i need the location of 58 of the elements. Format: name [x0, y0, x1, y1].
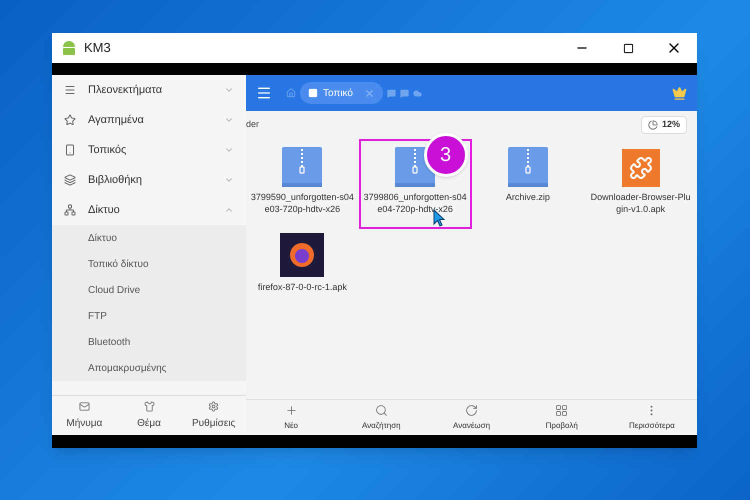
- window-title: KM3: [84, 39, 111, 58]
- sidebar-subitem[interactable]: FTP: [52, 303, 246, 329]
- sidebar-icon: [64, 84, 76, 96]
- sidebar-subitem[interactable]: Bluetooth: [52, 329, 246, 355]
- file-item[interactable]: firefox-87-0-0-rc-1.apk: [246, 229, 359, 319]
- zip-file-icon: [508, 147, 548, 187]
- sidebar-item[interactable]: Τοπικός: [52, 135, 246, 165]
- message-icon: [400, 88, 409, 98]
- action-button[interactable]: Προβολή: [516, 400, 607, 435]
- shirt-icon: [144, 400, 154, 412]
- sidebar-item[interactable]: Δίκτυο: [52, 195, 246, 225]
- sidebar-item[interactable]: Βιβλιοθήκη: [52, 165, 246, 195]
- sidebar-subitem[interactable]: Απομακρυσμένης: [52, 355, 246, 381]
- grid-icon: [555, 404, 568, 416]
- action-button[interactable]: Νέο: [246, 400, 336, 435]
- menu-icon[interactable]: [256, 85, 272, 101]
- browser-app-icon: [280, 233, 324, 277]
- plugin-app-icon: [622, 149, 660, 187]
- bottom-nav-button[interactable]: Μήνυμα: [52, 396, 117, 435]
- sidebar-icon: [64, 204, 76, 216]
- sidebar-subitem[interactable]: Δίκτυο: [52, 225, 246, 251]
- sidebar-subitem[interactable]: Cloud Drive: [52, 277, 246, 303]
- sidebar-item[interactable]: Πλεονεκτήματα: [52, 75, 246, 105]
- sidebar-icon: [64, 174, 76, 186]
- sidebar-icon: [64, 144, 76, 156]
- sidebar-item[interactable]: Αγαπημένα: [52, 105, 246, 135]
- home-icon[interactable]: [286, 88, 296, 98]
- file-name: 3799806_unforgotten-s04e04-720p-hdtv-x26: [362, 191, 468, 215]
- pie-chart-icon: [648, 120, 658, 130]
- storage-badge: 12%: [640, 116, 687, 134]
- message-icon: [387, 88, 396, 98]
- file-item[interactable]: 3799590_unforgotten-s04e03-720p-hdtv-x26: [246, 139, 359, 229]
- mail-icon: [78, 400, 90, 412]
- file-name: Archive.zip: [504, 191, 551, 203]
- sidebar-icon: [64, 114, 76, 126]
- bottom-nav-button[interactable]: Θέμα: [116, 396, 182, 435]
- file-item[interactable]: Archive.zip: [472, 139, 584, 229]
- action-button[interactable]: Ανανέωση: [426, 400, 517, 435]
- zip-file-icon: [282, 147, 322, 187]
- maximize-icon: [622, 42, 634, 54]
- path-text: der: [246, 118, 260, 132]
- file-item[interactable]: Downloader-Browser-Plugin-v1.0.apk: [584, 139, 697, 229]
- settings-icon: [208, 400, 220, 412]
- search-icon: [374, 404, 388, 416]
- sidebar-subitem[interactable]: Τοπικό δίκτυο: [52, 251, 246, 277]
- cloud-icon: [413, 88, 422, 98]
- file-name: firefox-87-0-0-rc-1.apk: [256, 281, 348, 293]
- android-logo-icon: [62, 40, 76, 56]
- crown-icon[interactable]: [672, 86, 687, 100]
- file-name: Downloader-Browser-Plugin-v1.0.apk: [590, 191, 692, 215]
- step-badge: 3: [424, 133, 468, 177]
- file-name: 3799590_unforgotten-s04e03-720p-hdtv-x26: [250, 191, 355, 215]
- close-tab-icon[interactable]: [364, 88, 375, 98]
- plus-icon: [284, 404, 298, 416]
- action-button[interactable]: Περισσότερα: [606, 400, 698, 435]
- refresh-icon: [465, 404, 478, 416]
- action-button[interactable]: Αναζήτηση: [336, 400, 426, 435]
- bottom-nav-button[interactable]: Ρυθμίσεις: [181, 396, 246, 435]
